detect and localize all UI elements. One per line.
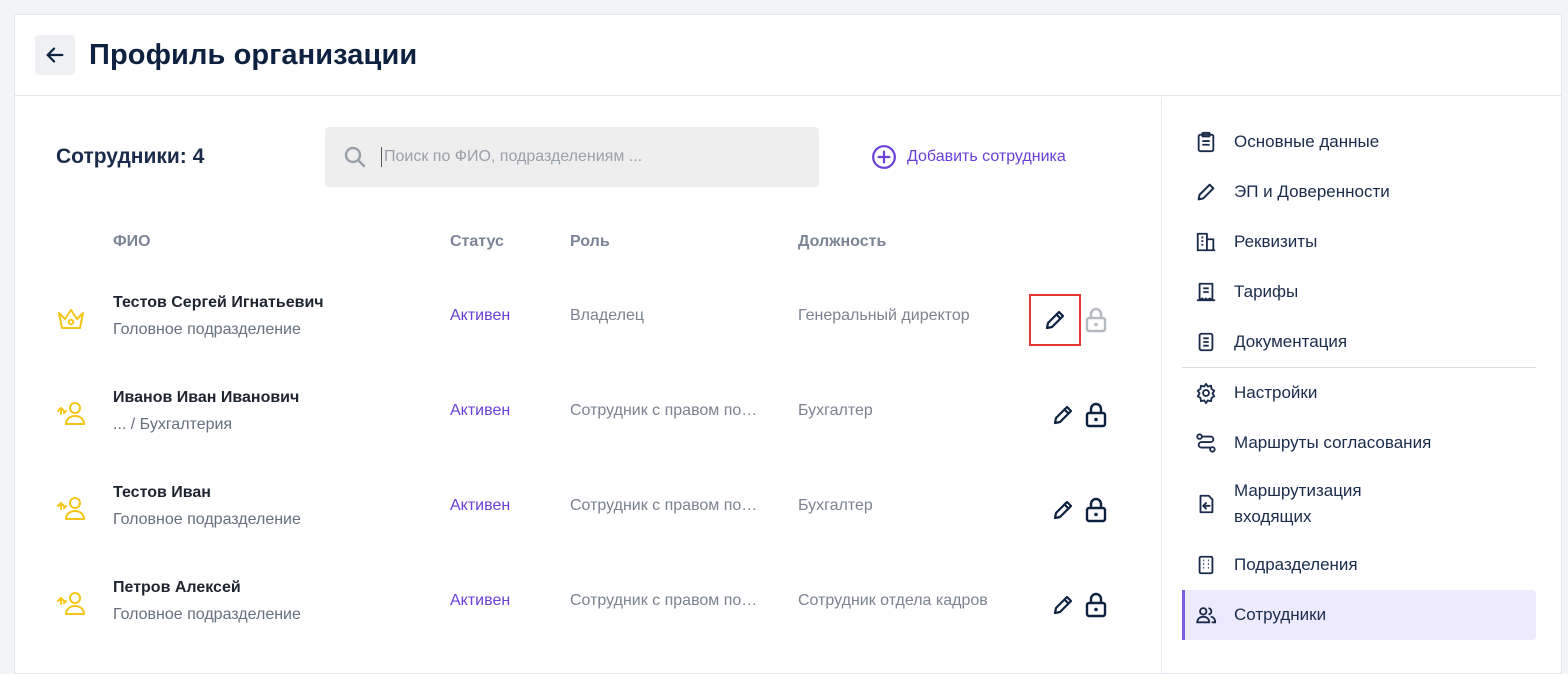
employee-department: Головное подразделение — [113, 606, 301, 623]
employee-position: Сотрудник отдела кадров — [798, 592, 988, 609]
crown-icon — [55, 303, 87, 335]
sidebar-item-requisites[interactable]: Реквизиты — [1182, 217, 1536, 267]
sidebar-item-signatures[interactable]: ЭП и Доверенности — [1182, 167, 1536, 217]
lock-button[interactable] — [1083, 585, 1109, 625]
sidebar-item-label: Тарифы — [1234, 282, 1299, 301]
sidebar-item-label: Основные данные — [1234, 132, 1380, 151]
table-row[interactable]: Петров Алексей Головное подразделение Ак… — [15, 560, 1161, 655]
organization-profile-card: Профиль организации Сотрудники: 4 Добави… — [14, 14, 1562, 674]
search-icon — [344, 146, 366, 168]
employee-position: Бухгалтер — [798, 402, 873, 419]
lock-icon — [1085, 497, 1107, 523]
sidebar-item-tariffs[interactable]: Тарифы — [1182, 267, 1536, 317]
back-button[interactable] — [35, 35, 75, 75]
user-transfer-icon — [55, 588, 87, 620]
edit-button[interactable] — [1042, 489, 1084, 531]
employees-toolbar: Сотрудники: 4 Добавить сотрудника — [15, 127, 1161, 187]
page-header: Профиль организации — [15, 15, 1561, 96]
sidebar-item-label: Реквизиты — [1234, 232, 1318, 251]
edit-button[interactable] — [1042, 394, 1084, 436]
employee-name: Тестов Иван — [113, 484, 211, 501]
sidebar-item-documentation[interactable]: Документация — [1182, 317, 1536, 367]
sidebar-item-approval-routes[interactable]: Маршруты согласования — [1182, 418, 1536, 468]
document-icon — [1194, 330, 1218, 354]
sidebar-item-employees[interactable]: Сотрудники — [1182, 590, 1536, 640]
lock-button[interactable] — [1083, 395, 1109, 435]
add-employee-label: Добавить сотрудника — [907, 148, 1066, 165]
search-box[interactable] — [325, 127, 819, 187]
employee-department: Головное подразделение — [113, 511, 301, 528]
lock-button-disabled[interactable] — [1083, 300, 1109, 340]
sidebar-item-label: Подразделения — [1234, 555, 1358, 574]
sidebar-item-inbox-routing[interactable]: Маршрутизация входящих — [1182, 468, 1536, 540]
employees-count: Сотрудники: 4 — [56, 145, 205, 168]
users-icon — [1194, 603, 1218, 627]
buildings-icon — [1194, 230, 1218, 254]
employee-status: Активен — [450, 402, 511, 419]
employees-panel: Сотрудники: 4 Добавить сотрудника ФИО Ст… — [15, 97, 1161, 673]
sidebar-item-departments[interactable]: Подразделения — [1182, 540, 1536, 590]
employee-status: Активен — [450, 592, 511, 609]
pencil-icon — [1053, 595, 1073, 615]
employee-role: Сотрудник с правом по… — [570, 402, 758, 419]
employee-role: Сотрудник с правом по… — [570, 497, 758, 514]
inbox-route-icon — [1194, 492, 1218, 516]
table-row[interactable]: Иванов Иван Иванович ... / Бухгалтерия А… — [15, 370, 1161, 465]
employee-status: Активен — [450, 307, 511, 324]
sidebar-item-label: Документация — [1234, 332, 1348, 351]
profile-sidebar: Основные данные ЭП и Доверенности Реквиз… — [1161, 97, 1561, 673]
table-header: ФИО Статус Роль Должность — [15, 233, 1161, 253]
receipt-icon — [1194, 280, 1218, 304]
clipboard-icon — [1194, 130, 1218, 154]
gear-icon — [1194, 381, 1218, 405]
employee-department: ... / Бухгалтерия — [113, 416, 233, 433]
sidebar-item-main-data[interactable]: Основные данные — [1182, 117, 1536, 167]
lock-button[interactable] — [1083, 490, 1109, 530]
pen-icon — [1194, 180, 1218, 204]
sidebar-item-label: Настройки — [1234, 383, 1318, 402]
sidebar-item-label: Маршруты согласования — [1234, 433, 1432, 452]
route-icon — [1194, 431, 1218, 455]
employee-role: Сотрудник с правом по… — [570, 592, 758, 609]
sidebar-item-settings[interactable]: Настройки — [1182, 368, 1536, 418]
column-header-role: Роль — [570, 233, 610, 250]
sidebar-item-label: Маршрутизация входящих — [1234, 481, 1362, 526]
edit-button[interactable] — [1042, 584, 1084, 626]
table-row[interactable]: Тестов Иван Головное подразделение Актив… — [15, 465, 1161, 560]
pencil-icon — [1045, 310, 1065, 330]
add-employee-button[interactable]: Добавить сотрудника — [871, 144, 1066, 170]
page-title: Профиль организации — [89, 38, 418, 71]
employee-name: Петров Алексей — [113, 579, 241, 596]
lock-icon — [1085, 402, 1107, 428]
column-header-position: Должность — [798, 233, 887, 250]
sidebar-item-label: Сотрудники — [1234, 605, 1327, 624]
pencil-icon — [1053, 405, 1073, 425]
pencil-icon — [1053, 500, 1073, 520]
lock-icon — [1085, 592, 1107, 618]
employee-position: Бухгалтер — [798, 497, 873, 514]
employee-department: Головное подразделение — [113, 321, 301, 338]
edit-button[interactable] — [1029, 294, 1081, 346]
search-input[interactable] — [381, 147, 801, 167]
arrow-left-icon — [46, 47, 64, 63]
user-transfer-icon — [55, 398, 87, 430]
column-header-name: ФИО — [113, 233, 151, 250]
building-icon — [1194, 553, 1218, 577]
employee-position: Генеральный директор — [798, 307, 970, 324]
column-header-status: Статус — [450, 233, 504, 250]
employee-name: Тестов Сергей Игнатьевич — [113, 294, 324, 311]
plus-circle-icon — [872, 145, 896, 169]
table-row[interactable]: Тестов Сергей Игнатьевич Головное подраз… — [15, 275, 1161, 370]
sidebar-item-label: ЭП и Доверенности — [1234, 182, 1390, 201]
employee-role: Владелец — [570, 307, 645, 324]
employee-status: Активен — [450, 497, 511, 514]
lock-icon — [1085, 307, 1107, 333]
employee-name: Иванов Иван Иванович — [113, 389, 300, 406]
user-transfer-icon — [55, 493, 87, 525]
